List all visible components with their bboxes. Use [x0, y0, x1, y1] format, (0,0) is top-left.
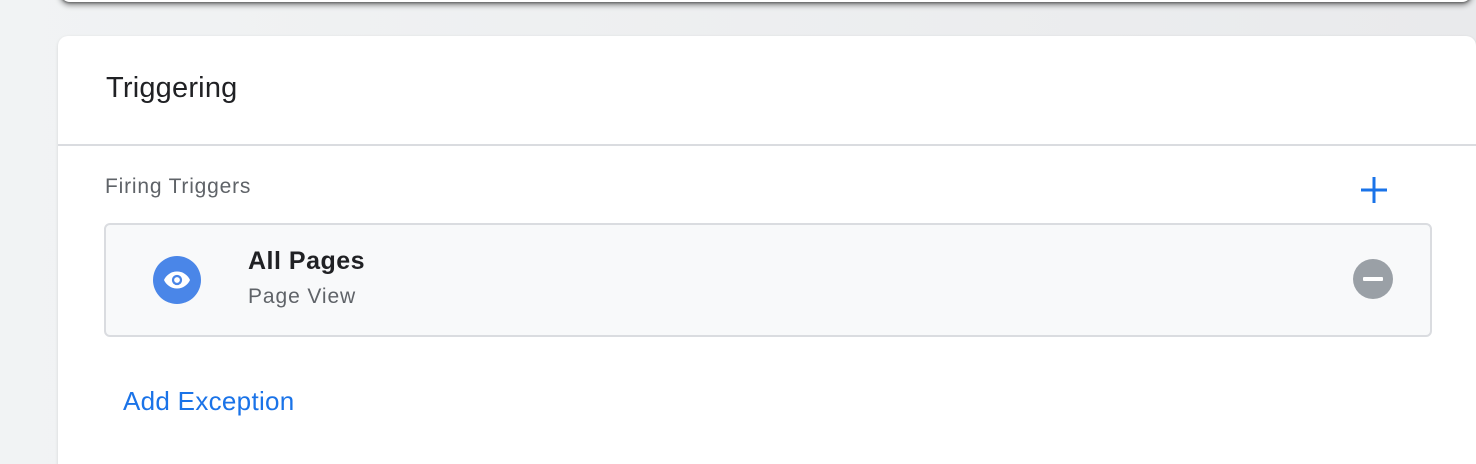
trigger-type: Page View [248, 285, 357, 308]
triggering-card: Triggering Firing Triggers All Pages Pag… [58, 36, 1476, 464]
previous-card [60, 0, 1472, 2]
page: Triggering Firing Triggers All Pages Pag… [0, 0, 1476, 464]
trigger-row-all-pages[interactable]: All Pages Page View [104, 223, 1432, 337]
plus-icon [1361, 177, 1387, 203]
remove-trigger-button[interactable] [1353, 259, 1393, 299]
firing-triggers-label: Firing Triggers [105, 175, 252, 198]
remove-circle-icon [1363, 277, 1383, 281]
add-exception-link[interactable]: Add Exception [123, 386, 295, 417]
title-divider [58, 144, 1476, 146]
add-trigger-button[interactable] [1352, 168, 1396, 212]
card-title: Triggering [106, 72, 238, 104]
trigger-name: All Pages [248, 247, 366, 275]
eye-icon [153, 256, 201, 304]
